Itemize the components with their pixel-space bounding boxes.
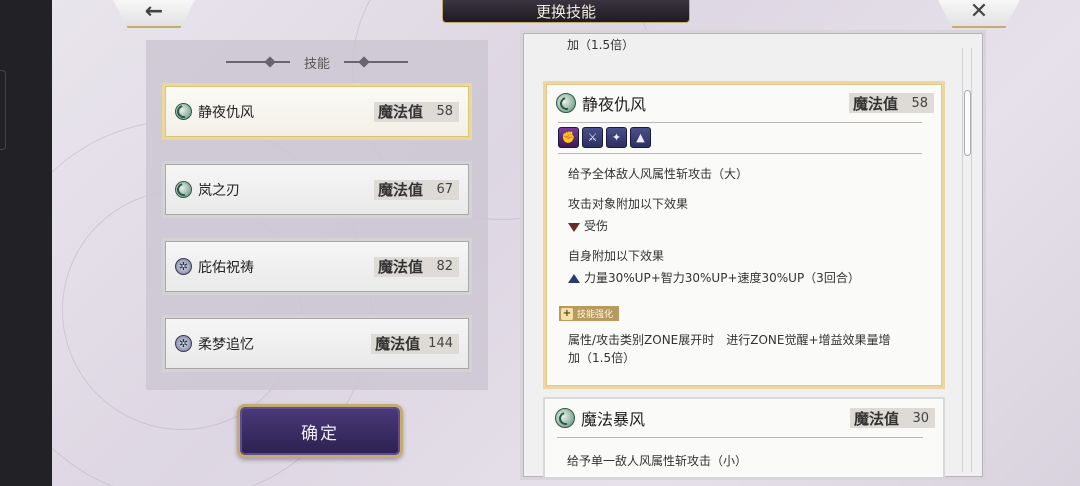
skill-detail-card-active[interactable]: 静夜仇风 魔法值 58 ✊ ⚔ ✦ ▲ 给予全体敌人风属性斩攻击（大） 攻击对象…	[543, 81, 945, 389]
header-ornament	[225, 61, 290, 63]
detail-skill-name: 静夜仇风	[582, 95, 647, 114]
detail-header: 魔法暴风 魔法值 30	[545, 399, 943, 437]
game-screen: ← 更换技能 ✕ 技能 静夜仇风 魔法值 58 岚之刃 魔法值 67 ✲ 庇佑祝…	[52, 0, 1080, 486]
target-effect-heading: 攻击对象附加以下效果	[568, 197, 689, 211]
enhance-text: 属性/攻击类别ZONE展开时 进行ZONE觉醒+增益效果量增	[568, 333, 891, 347]
boot-icon[interactable]: ▲	[630, 127, 651, 148]
close-icon: ✕	[969, 0, 989, 24]
wind-icon	[175, 103, 192, 120]
mp-label: 魔法值	[377, 181, 423, 199]
mp-cost: 魔法值 67	[373, 179, 459, 200]
wind-icon	[555, 408, 575, 428]
mp-value: 82	[436, 259, 453, 274]
debuff-arrow-icon	[568, 222, 580, 232]
skill-enhance-tag: + 技能强化	[559, 306, 620, 321]
skill-name: 庇佑祝祷	[198, 259, 254, 276]
confirm-button[interactable]: 确定	[237, 404, 403, 458]
target-effect: 受伤	[584, 219, 609, 233]
detail-description: 给予单一敌人风属性斩攻击（小）	[567, 454, 748, 468]
enhance-section: + 技能强化	[546, 301, 942, 321]
target-effect-row: 受伤	[546, 217, 942, 235]
mp-value: 144	[428, 336, 453, 351]
mp-cost: 魔法值 82	[373, 256, 459, 277]
magic-sword-icon[interactable]: ✦	[606, 127, 627, 148]
skill-card[interactable]: 岚之刃 魔法值 67	[162, 161, 472, 218]
star-icon: ✲	[175, 335, 192, 352]
skill-list-heading: 技能	[303, 56, 330, 72]
mp-label: 魔法值	[853, 409, 899, 428]
mp-label: 魔法值	[852, 94, 898, 113]
enhance-tag-label: 技能强化	[577, 310, 614, 320]
mp-cost: 魔法值 144	[371, 333, 459, 354]
edge-notch	[0, 70, 6, 150]
self-effect: 力量30%UP+智力30%UP+速度30%UP（3回合）	[584, 271, 860, 285]
divider	[558, 153, 922, 154]
page-title: 更换技能	[442, 0, 690, 23]
mp-label: 魔法值	[375, 335, 421, 353]
detail-description: 给予全体敌人风属性斩攻击（大）	[568, 167, 749, 181]
skill-list-panel: 技能 静夜仇风 魔法值 58 岚之刃 魔法值 67 ✲ 庇佑祝祷 魔法值 82	[146, 40, 488, 390]
skill-list-header: 技能	[146, 52, 488, 72]
wind-icon	[556, 93, 576, 113]
skill-card-selected[interactable]: 静夜仇风 魔法值 58	[162, 83, 472, 140]
mp-value: 58	[911, 95, 928, 111]
mp-label: 魔法值	[377, 258, 423, 276]
fist-icon[interactable]: ✊	[558, 127, 579, 148]
sword-icon[interactable]: ⚔	[582, 127, 603, 148]
buff-arrow-icon	[568, 273, 580, 283]
partial-detail-text: 加（1.5倍）	[567, 38, 635, 52]
header-ornament	[344, 61, 408, 63]
detail-header: 静夜仇风 魔法值 58	[546, 84, 942, 122]
skill-card[interactable]: ✲ 柔梦追忆 魔法值 144	[162, 315, 472, 372]
mp-value: 67	[436, 182, 453, 197]
mp-value: 30	[912, 410, 929, 426]
skill-detail-card[interactable]: 魔法暴风 魔法值 30 给予单一敌人风属性斩攻击（小）	[543, 397, 945, 477]
divider	[557, 437, 923, 438]
skill-name: 静夜仇风	[198, 104, 254, 121]
system-edge-bar	[0, 0, 52, 486]
star-icon: ✲	[175, 258, 192, 275]
enhance-text: 加（1.5倍）	[568, 351, 636, 365]
mp-label: 魔法值	[377, 103, 423, 121]
back-button[interactable]: ←	[110, 0, 198, 28]
mp-cost: 魔法值 58	[848, 93, 934, 113]
self-effect-heading: 自身附加以下效果	[568, 249, 665, 263]
detail-skill-name: 魔法暴风	[581, 410, 646, 429]
skill-name: 柔梦追忆	[198, 336, 254, 353]
wind-icon	[175, 181, 192, 198]
mp-cost: 魔法值 58	[373, 101, 459, 122]
close-button[interactable]: ✕	[935, 0, 1023, 28]
scrollbar-thumb[interactable]	[964, 90, 971, 156]
mp-cost: 魔法值 30	[849, 408, 935, 428]
plus-icon: +	[561, 307, 573, 320]
skill-tag-icons: ✊ ⚔ ✦ ▲	[546, 123, 942, 153]
back-arrow-icon: ←	[144, 0, 164, 24]
skill-detail-panel[interactable]: 加（1.5倍） 静夜仇风 魔法值 58 ✊ ⚔ ✦ ▲ 给予全体敌人风属性斩攻击…	[520, 30, 986, 480]
mp-value: 58	[436, 104, 453, 119]
self-effect-row: 力量30%UP+智力30%UP+速度30%UP（3回合）	[546, 269, 942, 287]
skill-card[interactable]: ✲ 庇佑祝祷 魔法值 82	[162, 238, 472, 295]
skill-name: 岚之刃	[198, 182, 240, 199]
